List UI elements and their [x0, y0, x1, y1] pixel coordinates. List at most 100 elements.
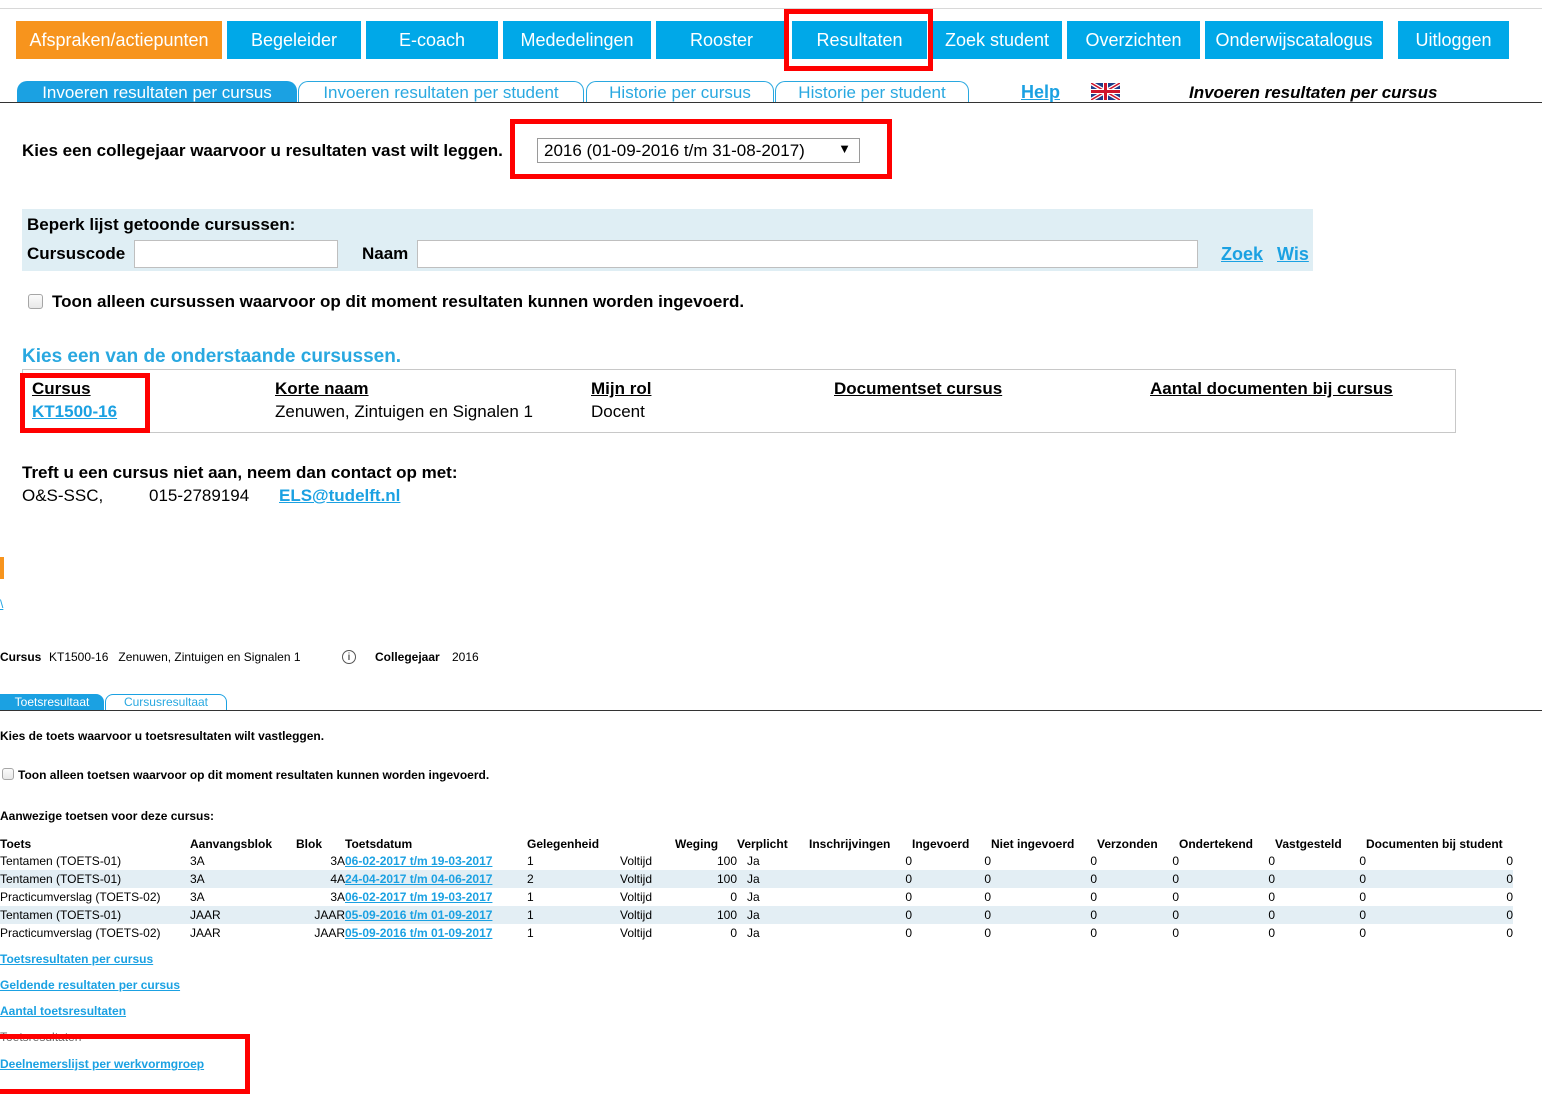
nav-ecoach[interactable]: E-coach — [366, 21, 498, 59]
col-aantal-documenten[interactable]: Aantal documenten bij cursus — [1150, 379, 1393, 399]
table-cell: 100 — [675, 870, 737, 888]
only-open-courses-label: Toon alleen cursussen waarvoor op dit mo… — [52, 292, 745, 311]
table-cell: 0 — [905, 926, 912, 940]
table-cell: 100 — [716, 854, 737, 868]
tab-toetsresultaat[interactable]: Toetsresultaat — [0, 694, 104, 710]
table-cell: 0 — [730, 926, 737, 940]
table-cell: 0 — [1506, 890, 1513, 904]
table-cell: 0 — [912, 906, 991, 924]
nav-onderwijscatalogus[interactable]: Onderwijscatalogus — [1205, 21, 1383, 59]
name-label: Naam — [362, 244, 409, 263]
table-cell: Voltijd — [620, 926, 653, 940]
tab-cursusresultaat[interactable]: Cursusresultaat — [105, 694, 227, 710]
contact-email-link[interactable]: ELS@tudelft.nl — [279, 486, 400, 506]
contact-org: O&S-SSC, — [22, 486, 104, 505]
tab-invoeren-per-student[interactable]: Invoeren resultaten per student — [298, 81, 584, 103]
table-cell: JAAR — [314, 926, 345, 940]
table-cell: 0 — [809, 870, 912, 888]
info-icon[interactable]: i — [342, 650, 356, 664]
table-cell: 0 — [1359, 854, 1366, 868]
test-date-cell[interactable]: 05-09-2016 t/m 01-09-2017 — [345, 924, 527, 942]
table-row: Tentamen (TOETS-01) 3A 3A 06-02-2017 t/m 19… — [0, 852, 1513, 870]
test-date-link[interactable]: 24-04-2017 t/m 04-06-2017 — [345, 872, 492, 886]
table-cell: Practicumverslag (TOETS-02) — [0, 926, 161, 940]
tests-col-header: Gelegenheid — [527, 837, 600, 851]
back-link[interactable]: \ — [0, 597, 3, 611]
test-date-cell[interactable]: 05-09-2016 t/m 01-09-2017 — [345, 906, 527, 924]
table-cell: 0 — [1172, 854, 1179, 868]
lower-year-value: 2016 — [452, 650, 479, 664]
table-row: Tentamen (TOETS-01) 3A 4A 24-04-2017 t/m 04… — [0, 870, 1513, 888]
table-cell: Tentamen (TOETS-01) — [0, 854, 122, 868]
table-cell: Ja — [747, 890, 760, 904]
table-cell: 0 — [1172, 890, 1179, 904]
tests-col-header: Niet ingevoerd — [991, 837, 1075, 851]
highlight-year-select — [510, 119, 892, 179]
tests-col-header: Vastgesteld — [1275, 837, 1342, 851]
uk-flag-icon[interactable] — [1089, 81, 1122, 102]
test-date-link[interactable]: 06-02-2017 t/m 19-03-2017 — [345, 854, 492, 868]
year-prompt: Kies een collegejaar waarvoor u resultat… — [22, 141, 503, 160]
only-open-tests-checkbox[interactable] — [2, 768, 14, 780]
table-cell: 0 — [1172, 926, 1179, 940]
table-cell: Voltijd — [620, 890, 653, 904]
table-cell: JAAR — [190, 906, 296, 924]
test-date-link[interactable]: 05-09-2016 t/m 01-09-2017 — [345, 926, 492, 940]
tests-col-header: Aanvangsblok — [190, 837, 273, 851]
table-cell: 1 — [527, 854, 534, 868]
test-date-cell[interactable]: 24-04-2017 t/m 04-06-2017 — [345, 870, 527, 888]
tab-invoeren-per-cursus[interactable]: Invoeren resultaten per cursus — [17, 81, 297, 103]
table-cell: 3A — [190, 854, 205, 868]
table-cell: 1 — [527, 890, 534, 904]
tab-historie-per-student[interactable]: Historie per student — [775, 81, 969, 103]
table-cell: 0 — [984, 854, 991, 868]
course-code-input[interactable] — [134, 240, 338, 268]
nav-rooster[interactable]: Rooster — [656, 21, 787, 59]
table-cell: 3A — [190, 870, 296, 888]
test-date-cell[interactable]: 06-02-2017 t/m 19-03-2017 — [345, 852, 527, 870]
table-cell: 4A — [296, 870, 345, 888]
table-cell: 0 — [730, 890, 737, 904]
link-geldende-resultaten[interactable]: Geldende resultaten per cursus — [0, 978, 180, 992]
tests-col-header: Ingevoerd — [912, 837, 970, 851]
table-cell: 0 — [1506, 854, 1513, 868]
col-mijn-rol[interactable]: Mijn rol — [591, 379, 651, 399]
nav-overzichten[interactable]: Overzichten — [1067, 21, 1200, 59]
only-open-courses-checkbox[interactable] — [28, 294, 43, 309]
top-divider — [0, 8, 1542, 9]
table-cell: 1 — [527, 906, 620, 924]
highlight-course-code — [20, 373, 150, 433]
clear-link[interactable]: Wis — [1277, 244, 1309, 265]
nav-mededelingen[interactable]: Mededelingen — [503, 21, 651, 59]
table-cell: 0 — [1179, 870, 1275, 888]
tests-col-header: Ondertekend — [1179, 837, 1254, 851]
col-korte-naam[interactable]: Korte naam — [275, 379, 369, 399]
nav-afspraken[interactable]: Afspraken/actiepunten — [16, 21, 222, 59]
link-toetsresultaten-per-cursus[interactable]: Toetsresultaten per cursus — [0, 952, 153, 966]
table-cell: Ja — [747, 926, 760, 940]
table-cell: 0 — [1268, 890, 1275, 904]
name-input[interactable] — [417, 240, 1198, 268]
nav-begeleider[interactable]: Begeleider — [227, 21, 361, 59]
table-cell: Voltijd — [620, 854, 653, 868]
lower-tab-underline — [0, 710, 1542, 711]
tests-col-header: Weging — [675, 837, 719, 851]
test-date-link[interactable]: 05-09-2016 t/m 01-09-2017 — [345, 908, 492, 922]
table-cell: 100 — [675, 906, 737, 924]
table-cell: Voltijd — [620, 870, 675, 888]
table-cell: Ja — [747, 854, 760, 868]
table-cell: 0 — [1366, 906, 1513, 924]
table-cell: 0 — [984, 890, 991, 904]
test-date-link[interactable]: 06-02-2017 t/m 19-03-2017 — [345, 890, 492, 904]
test-date-cell[interactable]: 06-02-2017 t/m 19-03-2017 — [345, 888, 527, 906]
nav-zoek-student[interactable]: Zoek student — [932, 21, 1062, 59]
col-documentset[interactable]: Documentset cursus — [834, 379, 1002, 399]
nav-uitloggen[interactable]: Uitloggen — [1398, 21, 1509, 59]
lower-course-label: Cursus — [0, 650, 42, 664]
table-cell: 2 — [527, 870, 620, 888]
table-cell: 0 — [1097, 870, 1179, 888]
help-link[interactable]: Help — [1021, 82, 1060, 103]
search-link[interactable]: Zoek — [1221, 244, 1263, 265]
link-aantal-toetsresultaten[interactable]: Aantal toetsresultaten — [0, 1004, 126, 1018]
tab-historie-per-cursus[interactable]: Historie per cursus — [586, 81, 774, 103]
